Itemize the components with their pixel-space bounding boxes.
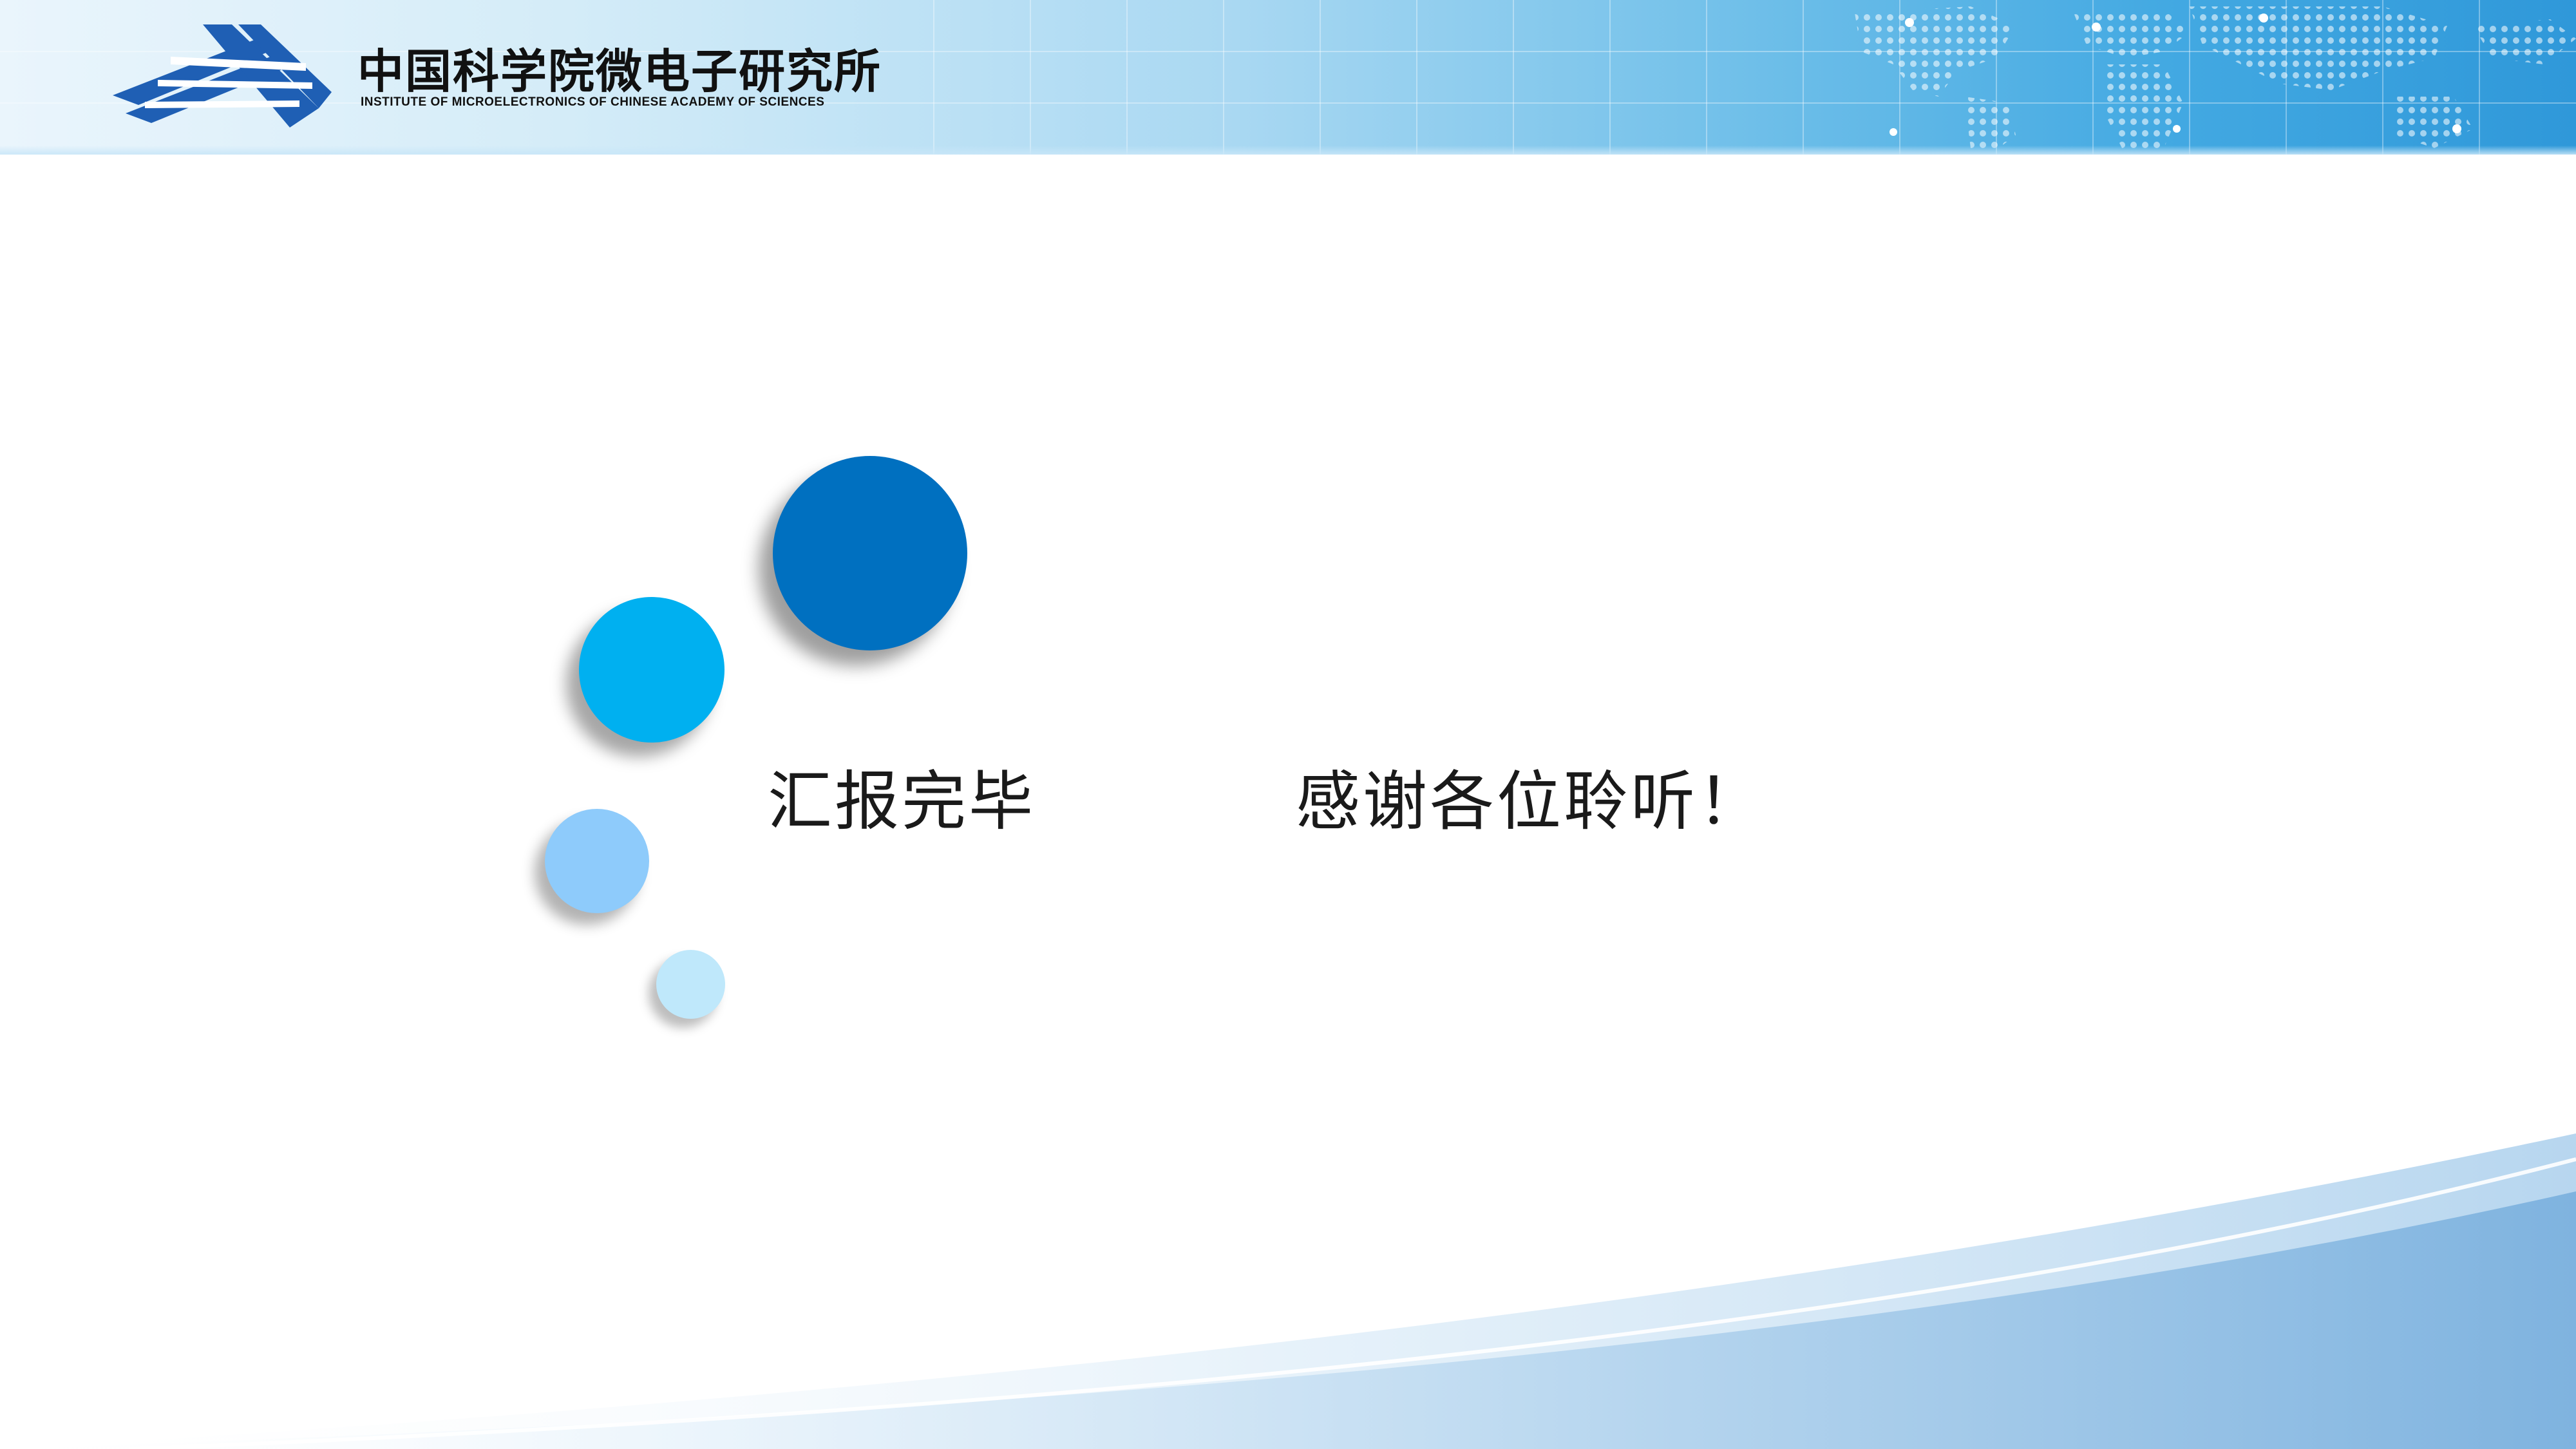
decor-circle-dark-blue (773, 456, 967, 650)
decor-circle-light-blue (545, 809, 649, 913)
ime-cas-logo-icon (113, 24, 332, 128)
decor-circle-cyan (579, 597, 724, 743)
bottom-swoosh-decoration (0, 1133, 2576, 1449)
closing-message-left: 汇报完毕 (768, 764, 1036, 839)
org-name-cn: 中国科学院微电子研究所 (357, 44, 882, 99)
header-divider (0, 146, 2576, 155)
header-banner: 中国科学院微电子研究所 INSTITUTE OF MICROELECTRONIC… (0, 0, 2576, 155)
org-name-en: INSTITUTE OF MICROELECTRONICS OF CHINESE… (361, 95, 825, 109)
slide: 中国科学院微电子研究所 INSTITUTE OF MICROELECTRONIC… (0, 0, 2576, 1449)
world-map-icon (1855, 6, 2576, 155)
decor-circle-pale-blue (656, 950, 725, 1019)
closing-message-right: 感谢各位聆听！ (1296, 764, 1765, 839)
